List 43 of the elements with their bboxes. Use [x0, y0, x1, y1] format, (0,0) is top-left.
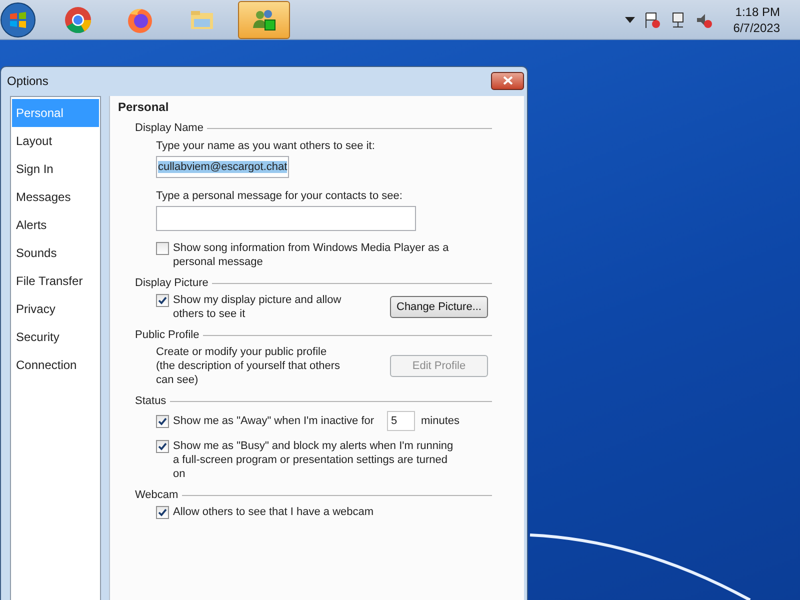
group-title: Webcam	[135, 487, 492, 503]
category-item[interactable]: Connection	[12, 351, 99, 379]
clock-time: 1:18 PM	[735, 4, 780, 20]
group-title: Public Profile	[135, 327, 492, 343]
category-item[interactable]: Privacy	[12, 295, 99, 323]
checkbox-label: Show song information from Windows Media Player as a personal message	[173, 241, 450, 269]
window-title: Options	[7, 74, 48, 88]
browser-icon	[64, 6, 92, 34]
checkbox-label: Show my display picture and allow others to see it	[173, 293, 342, 321]
field-label: Type your name as you want others to see it:	[156, 140, 376, 152]
group-title: Display Picture	[135, 275, 492, 291]
caret-icon[interactable]	[625, 16, 636, 22]
checkbox[interactable]	[156, 506, 169, 519]
checkbox[interactable]	[156, 440, 169, 453]
flag-icon[interactable]	[643, 10, 662, 28]
category-item[interactable]: Layout	[12, 127, 99, 155]
panel-heading: Personal	[118, 100, 170, 114]
profile-description: Create or modify your public profile (the description of yourself that others can see)	[156, 345, 342, 387]
category-item[interactable]: Messages	[12, 183, 99, 211]
checkbox[interactable]	[156, 415, 169, 428]
category-item[interactable]: Alerts	[12, 211, 99, 239]
checkbox[interactable]	[156, 294, 169, 307]
group-title: Status	[135, 393, 492, 409]
category-item[interactable]: Sign In	[12, 155, 99, 183]
close-button[interactable]	[491, 72, 524, 90]
group-title: Display Name	[135, 120, 492, 136]
checkbox-label: Show me as "Away" when I'm inactive for	[173, 414, 374, 428]
checkbox[interactable]	[156, 242, 169, 255]
minutes-field[interactable]: 5	[387, 411, 415, 431]
minutes-label: minutes	[421, 415, 460, 427]
taskbar-app-button[interactable]	[238, 0, 290, 38]
category-item[interactable]: File Transfer	[12, 267, 99, 295]
checkbox-label: Allow others to see that I have a webcam	[173, 505, 374, 519]
name-field[interactable]: cullabviem@escargot.chat	[156, 156, 290, 178]
message-field[interactable]	[156, 206, 416, 231]
start-button[interactable]	[0, 2, 36, 38]
category-item[interactable]: Security	[12, 323, 99, 351]
change-picture-button[interactable]: Change Picture...	[390, 296, 488, 318]
clock-date: 6/7/2023	[733, 20, 780, 36]
category-item[interactable]: Sounds	[12, 239, 99, 267]
field-label: Type a personal message for your contacts to see:	[156, 190, 404, 202]
checkbox-label: Show me as "Busy" and block my alerts when I'm running a full-screen program or presentation settings are turned on	[173, 439, 454, 481]
close-icon	[502, 76, 512, 85]
